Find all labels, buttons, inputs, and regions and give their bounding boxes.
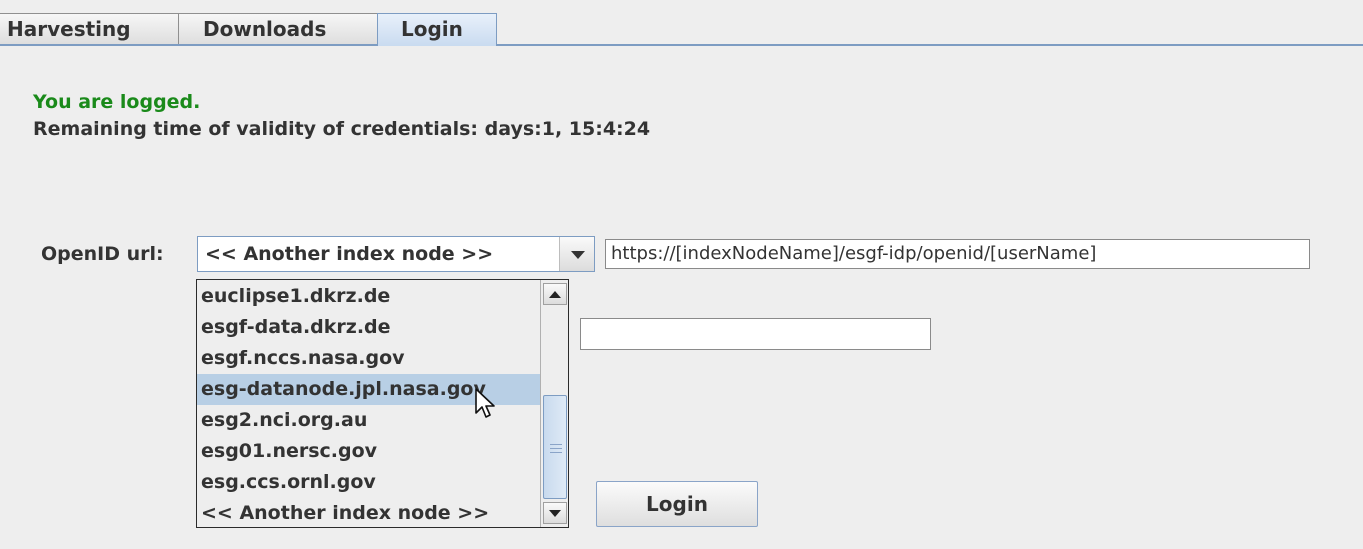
dropdown-option[interactable]: esgf.nccs.nasa.gov bbox=[197, 343, 565, 374]
mouse-pointer-icon bbox=[475, 388, 495, 418]
openid-url-input[interactable]: https://[indexNodeName]/esgf-idp/openid/… bbox=[605, 239, 1310, 269]
dropdown-scrollbar[interactable] bbox=[540, 280, 568, 527]
chevron-down-icon[interactable] bbox=[559, 237, 594, 271]
dropdown-option[interactable]: esgf-data.dkrz.de bbox=[197, 312, 565, 343]
index-node-selected: << Another index node >> bbox=[205, 243, 494, 265]
index-node-combobox[interactable]: << Another index node >> bbox=[197, 236, 595, 272]
dropdown-option[interactable]: esg2.nci.org.au bbox=[197, 405, 565, 436]
dropdown-option[interactable]: esg01.nersc.gov bbox=[197, 436, 565, 467]
scrollbar-thumb[interactable] bbox=[543, 395, 567, 499]
grip-icon bbox=[550, 444, 562, 453]
logged-status: You are logged. bbox=[33, 91, 201, 113]
openid-url-label: OpenID url: bbox=[41, 243, 164, 265]
scroll-down-icon[interactable] bbox=[543, 502, 567, 524]
tab-bar: Harvesting Downloads Login bbox=[0, 13, 1363, 46]
tab-downloads[interactable]: Downloads bbox=[178, 13, 380, 44]
password-field[interactable] bbox=[580, 318, 931, 350]
index-node-dropdown-list: euclipse1.dkrz.de esgf-data.dkrz.de esgf… bbox=[196, 279, 569, 528]
scroll-up-icon[interactable] bbox=[543, 283, 567, 305]
dropdown-option[interactable]: euclipse1.dkrz.de bbox=[197, 281, 565, 312]
tab-underline bbox=[0, 44, 1363, 46]
dropdown-option-highlighted[interactable]: esg-datanode.jpl.nasa.gov bbox=[197, 374, 565, 405]
dropdown-option[interactable]: esg.ccs.ornl.gov bbox=[197, 467, 565, 498]
login-button[interactable]: Login bbox=[596, 481, 758, 527]
tab-login[interactable]: Login bbox=[377, 13, 497, 46]
credential-validity: Remaining time of validity of credential… bbox=[33, 118, 651, 140]
tab-harvesting[interactable]: Harvesting bbox=[0, 13, 179, 44]
dropdown-option[interactable]: << Another index node >> bbox=[197, 498, 565, 527]
